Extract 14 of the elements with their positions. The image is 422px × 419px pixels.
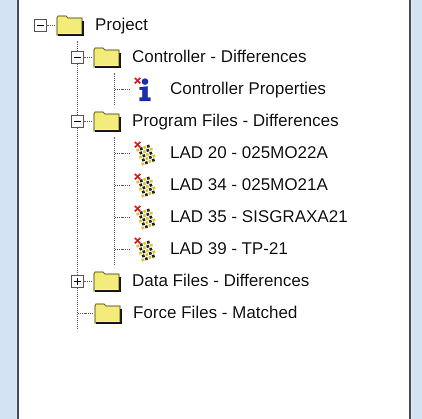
tree-item-label[interactable]: Controller Properties: [170, 79, 326, 99]
tree-item-label[interactable]: Program Files - Differences: [132, 111, 339, 131]
tree-item-label[interactable]: LAD 35 - SISGRAXA21: [170, 207, 348, 227]
collapse-toggle[interactable]: [71, 114, 84, 128]
tree-item-label[interactable]: Controller - Differences: [132, 47, 306, 67]
collapse-toggle[interactable]: [34, 18, 47, 32]
tree-item-label[interactable]: Force Files - Matched: [133, 303, 298, 323]
tree-item-label[interactable]: Data Files - Differences: [132, 271, 310, 291]
tree-item-label[interactable]: LAD 39 - TP-21: [170, 239, 288, 259]
expand-toggle[interactable]: [71, 274, 84, 288]
tree-item-label[interactable]: Project: [95, 15, 148, 35]
tree-item-label[interactable]: LAD 34 - 025MO21A: [170, 175, 328, 195]
tree-item-label[interactable]: LAD 20 - 025MO22A: [170, 143, 328, 163]
collapse-toggle[interactable]: [71, 50, 84, 64]
